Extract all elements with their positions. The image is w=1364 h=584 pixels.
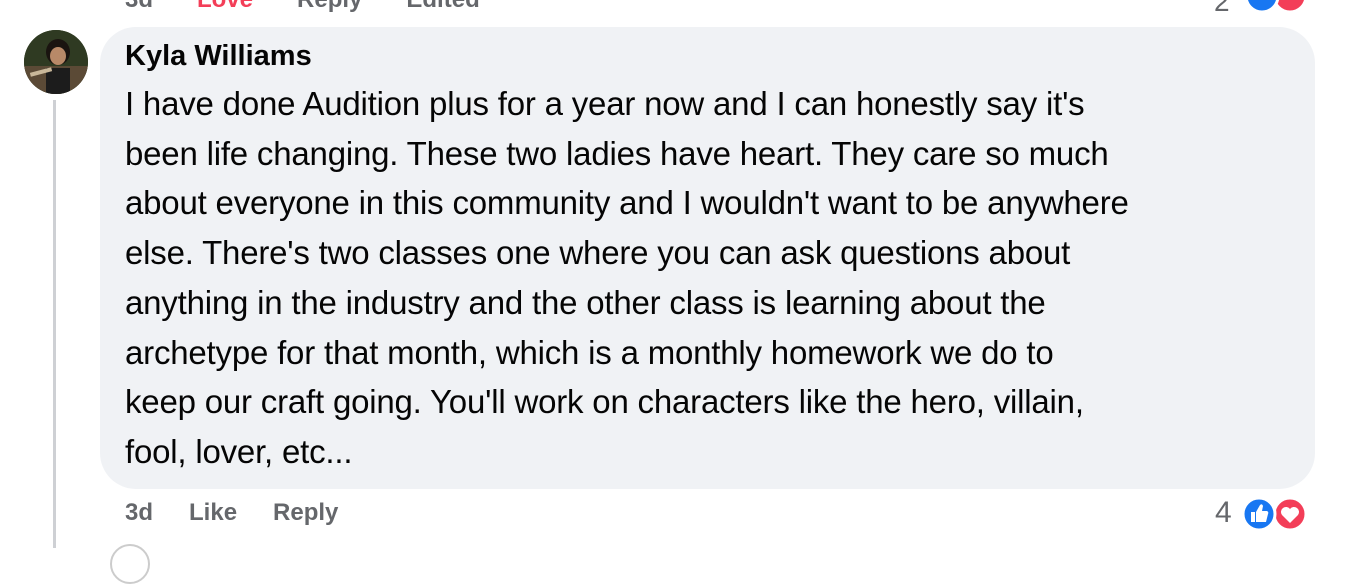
avatar[interactable] — [24, 30, 88, 94]
previous-comment-actions: 3d Love Reply Edited — [125, 0, 480, 14]
comment-time[interactable]: 3d — [125, 499, 153, 527]
comment-actions: 3d Like Reply — [125, 499, 338, 527]
reaction-count[interactable]: 4 — [1215, 496, 1232, 530]
comment-author[interactable]: Kyla Williams — [125, 39, 312, 73]
previous-reactions[interactable] — [1240, 0, 1310, 14]
love-icon — [1272, 0, 1308, 14]
previous-reaction-count[interactable]: 2 — [1214, 0, 1230, 18]
previous-comment-time[interactable]: 3d — [125, 0, 153, 14]
thread-line — [53, 100, 56, 548]
love-icon — [1272, 496, 1308, 532]
previous-edited-label: Edited — [406, 0, 479, 14]
comment-bubble: Kyla Williams I have done Audition plus … — [100, 27, 1315, 489]
next-comment-avatar[interactable] — [110, 544, 150, 584]
reply-button[interactable]: Reply — [273, 499, 338, 527]
like-icon — [1244, 0, 1280, 14]
like-icon — [1241, 496, 1277, 532]
reactions[interactable] — [1238, 495, 1310, 533]
comment-text: I have done Audition plus for a year now… — [125, 85, 1129, 470]
like-button[interactable]: Like — [189, 499, 237, 527]
previous-reply-button[interactable]: Reply — [297, 0, 362, 14]
previous-love-button[interactable]: Love — [197, 0, 253, 14]
